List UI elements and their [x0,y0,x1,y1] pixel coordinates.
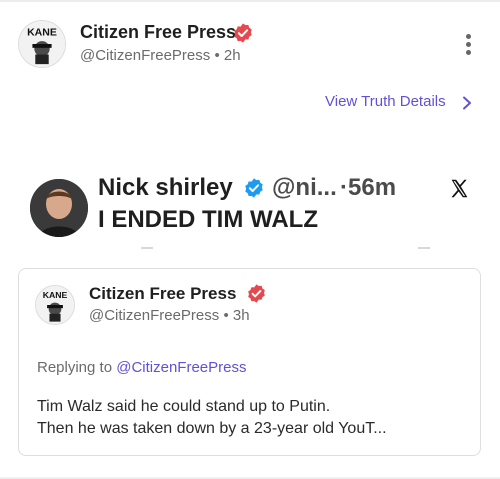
quoted-text-line-1: Tim Walz said he could stand up to Putin… [37,398,331,415]
meta-separator: • [214,47,220,64]
replying-prefix: Replying to [37,359,113,376]
author-avatar[interactable]: KANE [18,20,66,68]
replying-to: Replying to @CitizenFreePress [37,359,246,376]
embedded-tweet-text: I ENDED TIM WALZ [98,206,318,233]
embedded-time: ·56m [340,174,396,202]
quoted-author-name[interactable]: Citizen Free Press [89,284,236,304]
quoted-post-meta: @CitizenFreePress • 3h [89,307,250,324]
svg-text:KANE: KANE [27,26,57,38]
divider-tick [418,247,430,249]
x-logo-icon[interactable] [449,178,470,199]
verified-badge-icon [232,22,254,44]
embedded-separator: · [340,174,348,201]
verified-badge-icon [243,177,265,199]
post-author-name[interactable]: Citizen Free Press [80,22,236,43]
kane-avatar-icon: KANE [19,21,65,67]
kane-avatar-icon: KANE [36,286,74,324]
quoted-post-time[interactable]: 3h [233,307,250,324]
post-meta: @CitizenFreePress • 2h [80,47,241,64]
post-author-handle[interactable]: @CitizenFreePress [80,47,210,64]
verified-badge-icon [246,283,267,304]
replying-mention-link[interactable]: @CitizenFreePress [116,359,246,376]
meta-separator: • [223,307,229,324]
chevron-right-icon[interactable] [461,96,473,110]
view-truth-details-link[interactable]: View Truth Details [325,93,446,110]
embedded-author-name[interactable]: Nick shirley [98,174,233,202]
embedded-author-handle[interactable]: @ni... [272,174,337,202]
divider-tick [141,247,153,249]
quoted-author-handle[interactable]: @CitizenFreePress [89,307,219,324]
post-time[interactable]: 2h [224,47,241,64]
quoted-author-avatar[interactable]: KANE [35,285,75,325]
top-divider [0,0,500,2]
svg-text:KANE: KANE [43,290,68,300]
embedded-time-value[interactable]: 56m [348,174,396,201]
quoted-text-line-2: Then he was taken down by a 23-year old … [37,420,387,437]
embedded-author-avatar[interactable] [30,179,88,237]
more-vertical-icon[interactable] [458,34,478,60]
quoted-post-text: Tim Walz said he could stand up to Putin… [37,396,387,440]
